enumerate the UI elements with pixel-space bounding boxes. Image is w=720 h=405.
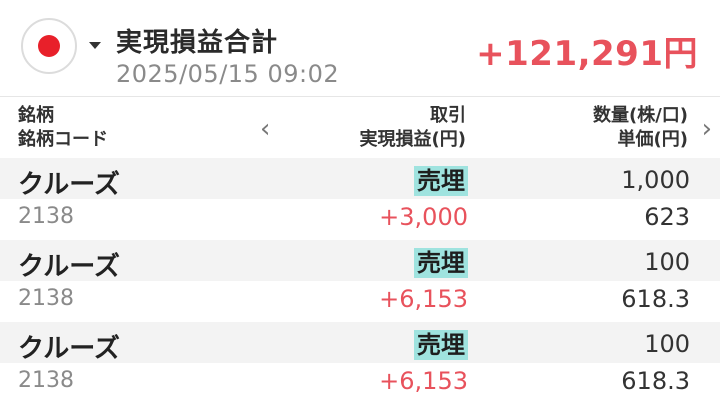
- table-row[interactable]: クルーズ 売埋 100 2138 +6,153 618.3: [0, 240, 720, 322]
- stock-code: 2138: [18, 286, 74, 311]
- col-trade-label: 取引: [430, 105, 466, 126]
- stock-name: クルーズ: [18, 334, 120, 364]
- column-header: 銘柄 銘柄コード ‹ 取引 実現損益(円) 数量(株/口) 単価(円) ›: [0, 96, 720, 158]
- quantity: 100: [644, 248, 690, 276]
- col-code-label: 銘柄コード: [18, 129, 108, 150]
- quantity: 1,000: [621, 166, 690, 194]
- row-bottom: 2138 +6,153 618.3: [0, 363, 720, 404]
- realized-pl: +6,153: [379, 285, 468, 313]
- col-pl-label: 実現損益(円): [359, 129, 466, 150]
- chevron-right-icon[interactable]: ›: [702, 116, 712, 142]
- summary-datetime: 2025/05/15 09:02: [116, 60, 340, 88]
- row-bottom: 2138 +6,153 618.3: [0, 281, 720, 322]
- stock-code: 2138: [18, 368, 74, 393]
- col-name-label: 銘柄: [18, 105, 54, 126]
- realized-pl: +3,000: [379, 203, 468, 231]
- trade-type-badge: 売埋: [414, 166, 468, 196]
- stock-name: クルーズ: [18, 170, 120, 200]
- unit-price: 623: [644, 203, 690, 231]
- table-row[interactable]: クルーズ 売埋 1,000 2138 +3,000 623: [0, 158, 720, 240]
- trade-type-badge: 売埋: [414, 330, 468, 360]
- col-price-label: 単価(円): [617, 129, 688, 150]
- unit-price: 618.3: [621, 285, 690, 313]
- chevron-down-icon[interactable]: [89, 42, 101, 49]
- row-top: クルーズ 売埋 100: [0, 322, 720, 364]
- realized-pl: +6,153: [379, 367, 468, 395]
- stock-name: クルーズ: [18, 252, 120, 282]
- summary-title: 実現損益合計: [116, 28, 279, 58]
- row-bottom: 2138 +3,000 623: [0, 199, 720, 240]
- row-top: クルーズ 売埋 1,000: [0, 158, 720, 200]
- summary-total: +121,291円: [476, 34, 698, 74]
- stock-code: 2138: [18, 204, 74, 229]
- flag-sun: [38, 35, 60, 57]
- trade-type-badge: 売埋: [414, 248, 468, 278]
- table-row[interactable]: クルーズ 売埋 100 2138 +6,153 618.3: [0, 322, 720, 404]
- quantity: 100: [644, 330, 690, 358]
- col-qty-label: 数量(株/口): [592, 105, 688, 126]
- chevron-left-icon[interactable]: ‹: [260, 116, 270, 142]
- unit-price: 618.3: [621, 367, 690, 395]
- row-top: クルーズ 売埋 100: [0, 240, 720, 282]
- japan-flag-icon[interactable]: [21, 18, 77, 74]
- summary-header: 実現損益合計 2025/05/15 09:02 +121,291円: [0, 0, 720, 96]
